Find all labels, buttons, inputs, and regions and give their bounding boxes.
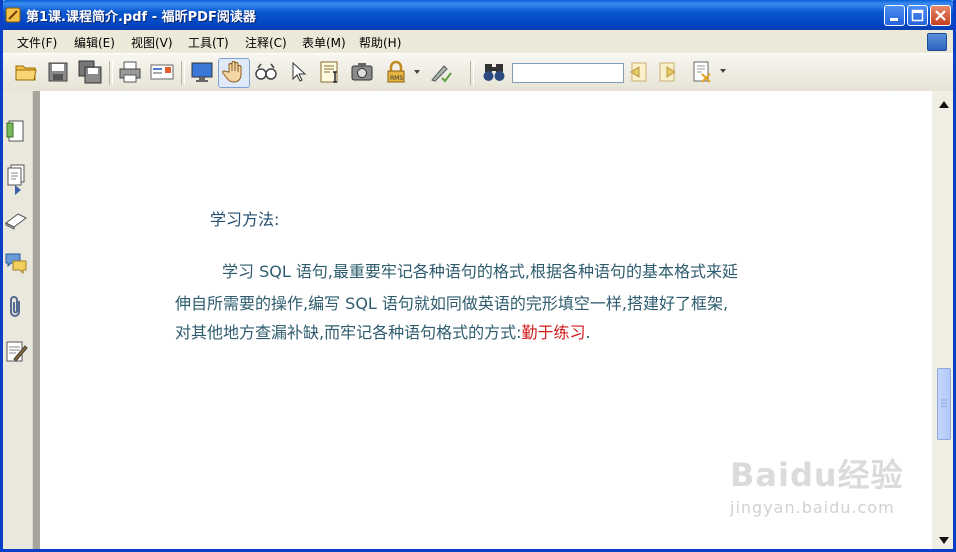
menu-forms[interactable]: 表单(M) <box>302 34 346 51</box>
scroll-up-icon[interactable] <box>936 97 952 113</box>
close-icon <box>935 10 946 21</box>
window-title: 第1课.课程简介.pdf - 福昕PDF阅读器 <box>26 10 256 25</box>
find-binoculars-icon[interactable] <box>482 60 506 84</box>
scroll-down-icon[interactable] <box>936 532 952 548</box>
baidu-watermark: Baidu经验 jingyan.baidu.com <box>730 450 904 517</box>
grip-icon <box>941 399 947 407</box>
foxit-app-icon <box>5 7 21 23</box>
menu-file[interactable]: 文件(F) <box>17 34 57 51</box>
doc-paragraph-line: 对其他地方查漏补缺,而牢记各种语句格式的方式: <box>175 323 522 342</box>
doc-end-punct: . <box>585 323 591 342</box>
scroll-thumb[interactable] <box>937 368 951 440</box>
menu-edit[interactable]: 编辑(E) <box>74 34 115 51</box>
menu-help[interactable]: 帮助(H) <box>359 34 401 51</box>
signature-icon[interactable] <box>4 339 28 363</box>
open-folder-icon[interactable] <box>14 60 38 84</box>
toolbar-separator <box>109 61 113 85</box>
watermark-url: jingyan.baidu.com <box>730 498 895 517</box>
email-icon[interactable] <box>150 60 174 84</box>
chevron-down-icon[interactable] <box>720 69 726 73</box>
sign-icon[interactable] <box>428 60 452 84</box>
doc-heading: 学习方法: <box>210 210 280 229</box>
find-previous-icon[interactable] <box>626 60 650 84</box>
maximize-button[interactable] <box>907 5 928 26</box>
doc-highlight-text: 勤于练习 <box>521 323 586 342</box>
zoom-glasses-icon[interactable] <box>254 60 278 84</box>
menu-view[interactable]: 视图(V) <box>131 34 173 51</box>
text-select-icon[interactable] <box>318 60 342 84</box>
snapshot-camera-icon[interactable] <box>350 60 374 84</box>
menu-bar: 文件(F) 编辑(E) 视图(V) 工具(T) 注释(C) 表单(M) 帮助(H… <box>0 30 956 52</box>
bookmarks-icon[interactable] <box>4 119 28 143</box>
find-next-icon[interactable] <box>656 60 680 84</box>
print-icon[interactable] <box>118 60 142 84</box>
comments-icon[interactable] <box>4 251 28 275</box>
navigation-panel <box>0 91 32 552</box>
hand-tool-icon[interactable] <box>222 60 246 84</box>
chevron-down-icon[interactable] <box>414 70 420 74</box>
minimize-button[interactable] <box>884 5 905 26</box>
minimize-icon <box>890 18 898 21</box>
close-button[interactable] <box>930 5 951 26</box>
doc-paragraph-last-line: 对其他地方查漏补缺,而牢记各种语句格式的方式:勤于练习. <box>175 319 591 343</box>
menu-tools[interactable]: 工具(T) <box>188 34 229 51</box>
svg-text:RMS: RMS <box>390 75 403 82</box>
toolbar: RMS <box>0 53 956 93</box>
menu-comments[interactable]: 注释(C) <box>245 34 287 51</box>
watermark-logo-text: Baidu经验 <box>730 456 904 494</box>
doc-paragraph-line: 学习 SQL 语句,最重要牢记各种语句的格式,根据各种语句的基本格式来延 <box>222 262 739 281</box>
save-all-icon[interactable] <box>78 60 102 84</box>
toolbar-separator <box>181 61 185 85</box>
doc-paragraph-line: 伸自所需要的操作,编写 SQL 语句就如同做英语的完形填空一样,搭建好了框架, <box>175 294 729 313</box>
vertical-scrollbar[interactable] <box>932 91 956 552</box>
attachments-icon[interactable] <box>4 295 28 319</box>
layers-icon[interactable] <box>4 207 28 231</box>
fullscreen-monitor-icon[interactable] <box>190 60 214 84</box>
clear-search-icon[interactable] <box>690 60 714 84</box>
maximize-icon <box>911 9 924 22</box>
rms-lock-icon[interactable]: RMS <box>384 60 408 84</box>
save-icon[interactable] <box>46 60 70 84</box>
update-icon[interactable] <box>927 33 947 51</box>
pages-icon[interactable] <box>4 163 28 187</box>
search-input[interactable] <box>512 63 624 83</box>
select-arrow-icon[interactable] <box>286 60 310 84</box>
title-bar[interactable]: 第1课.课程简介.pdf - 福昕PDF阅读器 <box>0 0 956 30</box>
foxit-reader-window: 第1课.课程简介.pdf - 福昕PDF阅读器 文件(F) 编辑(E) 视图(V… <box>0 0 956 552</box>
toolbar-separator <box>470 61 474 85</box>
